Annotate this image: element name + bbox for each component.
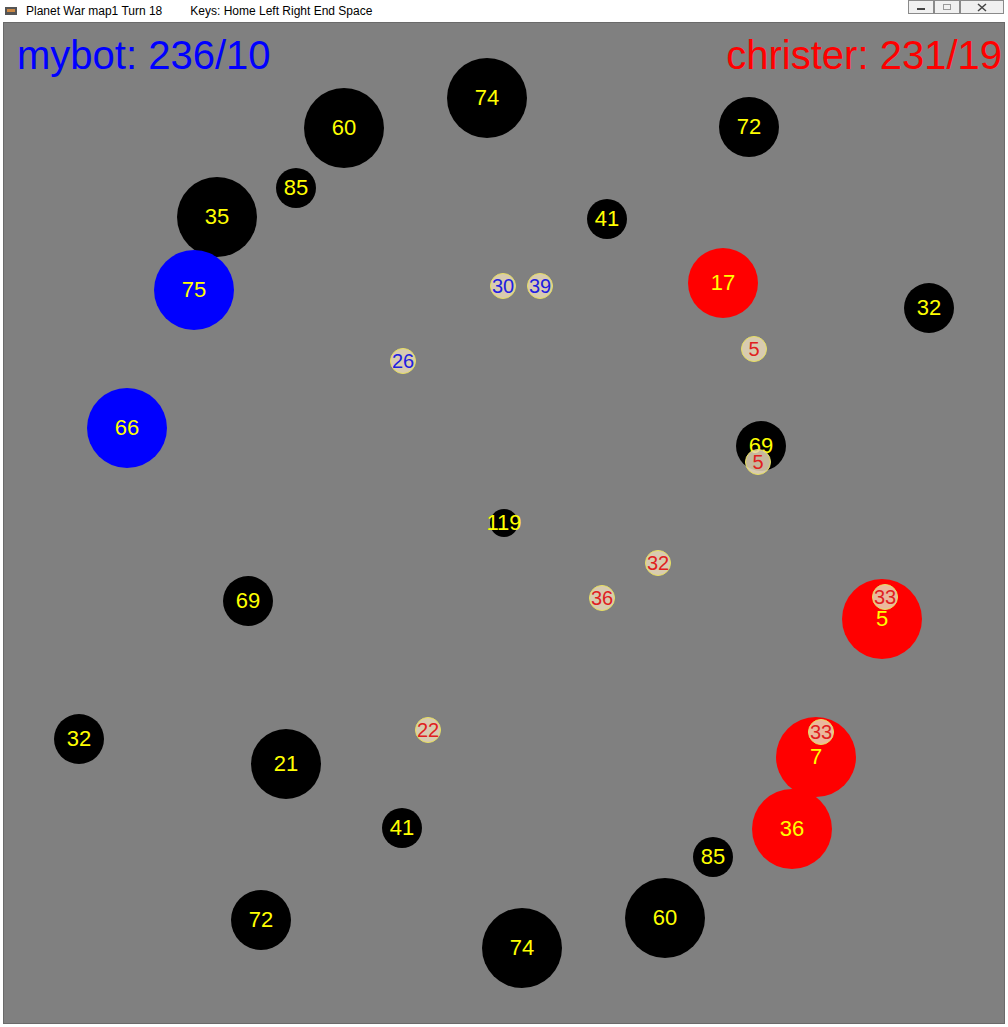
planet[interactable]: 72 — [231, 890, 291, 950]
minimize-icon — [916, 3, 926, 11]
fleet: 30 — [490, 273, 516, 299]
planet[interactable]: 36 — [752, 789, 832, 869]
planet[interactable]: 85 — [276, 168, 316, 208]
planet[interactable]: 74 — [482, 908, 562, 988]
window-title: Planet War map1 Turn 18 — [26, 2, 162, 20]
game-window: Planet War map1 Turn 18 Keys: Home Left R… — [0, 0, 1008, 1027]
planet[interactable]: 119 — [490, 509, 518, 537]
planet[interactable]: 60 — [304, 88, 384, 168]
planet[interactable]: 32 — [54, 714, 104, 764]
keys-hint: Keys: Home Left Right End Space — [190, 2, 372, 20]
fleet: 33 — [808, 719, 834, 745]
planet[interactable]: 74 — [447, 58, 527, 138]
planet[interactable]: 60 — [625, 878, 705, 958]
planet[interactable]: 35 — [177, 177, 257, 257]
title-bar: Planet War map1 Turn 18 Keys: Home Left R… — [0, 0, 1008, 22]
planet[interactable]: 41 — [587, 199, 627, 239]
planet[interactable]: 75 — [154, 250, 234, 330]
fleet: 32 — [645, 550, 671, 576]
fleet: 26 — [390, 348, 416, 374]
maximize-icon — [942, 3, 952, 11]
close-button[interactable] — [960, 0, 1004, 14]
fleet: 22 — [415, 717, 441, 743]
planet[interactable]: 41 — [382, 808, 422, 848]
app-icon — [4, 4, 18, 18]
fleet: 5 — [745, 449, 771, 475]
planet[interactable]: 72 — [719, 97, 779, 157]
planet[interactable]: 85 — [693, 837, 733, 877]
fleet: 33 — [872, 584, 898, 610]
maximize-button[interactable] — [934, 0, 960, 14]
game-canvas: 7460728535413269119693221418572607475661… — [3, 22, 1005, 1024]
planet[interactable]: 32 — [904, 283, 954, 333]
planet[interactable]: 17 — [688, 248, 758, 318]
fleet: 5 — [741, 336, 767, 362]
planet[interactable]: 66 — [87, 388, 167, 468]
planet[interactable]: 69 — [223, 576, 273, 626]
fleet: 39 — [527, 273, 553, 299]
opponent-score: christer: 231/19 — [726, 35, 1002, 75]
planet[interactable]: 21 — [251, 729, 321, 799]
minimize-button[interactable] — [908, 0, 934, 14]
fleet: 36 — [589, 585, 615, 611]
player-score: mybot: 236/10 — [17, 35, 271, 75]
close-icon — [977, 3, 987, 12]
